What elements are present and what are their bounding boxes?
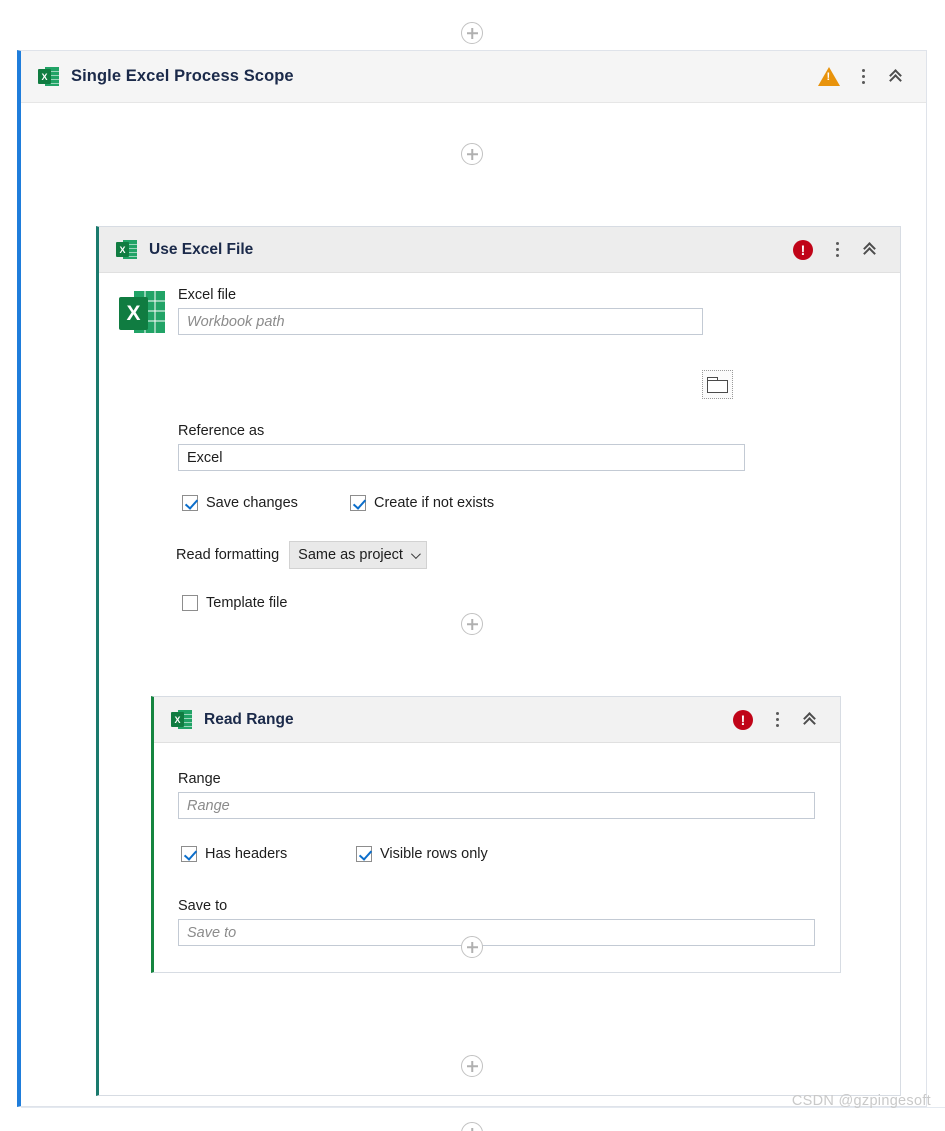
browse-folder-button[interactable] [702,370,733,399]
read-formatting-value: Same as project [298,547,403,563]
error-circle-icon[interactable]: ! [726,703,760,737]
use-excel-file-title: Use Excel File [149,240,254,258]
watermark-text: CSDN @gzpingesoft [791,1093,931,1109]
reference-as-field-group: Reference as Excel [178,423,748,471]
read-range-title: Read Range [204,710,294,728]
add-activity-button-scope-inner[interactable] [461,143,483,165]
scope-header[interactable]: X Single Excel Process Scope [21,51,926,103]
add-activity-button-above-read-range[interactable] [461,613,483,635]
collapse-chevron-icon[interactable] [854,233,888,267]
template-file-checkbox[interactable] [182,595,198,611]
read-formatting-row: Read formatting Same as project [176,541,427,569]
has-headers-label: Has headers [205,846,288,862]
folder-icon [707,376,728,393]
more-options-icon[interactable] [760,703,794,737]
reference-as-label: Reference as [178,423,265,439]
read-range-header[interactable]: X Read Range ! [154,697,840,743]
excel-file-field-group: Excel file Workbook path [178,287,778,335]
add-activity-button-bottom[interactable] [461,1122,483,1131]
collapse-chevron-icon[interactable] [794,703,828,737]
add-activity-button-top[interactable] [461,22,483,44]
excel-file-icon: X [119,290,165,336]
use-excel-file-actions: ! [786,227,888,272]
save-to-input[interactable]: Save to [178,919,815,946]
template-file-label: Template file [206,595,288,611]
excel-file-label: Excel file [178,287,237,303]
range-input[interactable]: Range [178,792,815,819]
workflow-designer-canvas: X Single Excel Process Scope ! X Use Exc… [0,0,945,1131]
create-if-not-exists-label: Create if not exists [374,495,495,511]
excel-icon: X [38,66,59,87]
visible-rows-only-label: Visible rows only [380,846,488,862]
template-file-checkbox-row[interactable]: Template file [182,595,287,611]
add-activity-button-below-read-range[interactable] [461,936,483,958]
save-changes-checkbox-row[interactable]: Save changes [182,495,298,511]
warning-triangle-icon[interactable] [812,60,846,94]
excel-icon: X [116,239,137,260]
use-excel-file-header[interactable]: X Use Excel File ! [99,227,900,273]
save-to-label: Save to [178,898,228,914]
create-if-not-exists-checkbox[interactable] [350,495,366,511]
excel-file-input[interactable]: Workbook path [178,308,703,335]
save-to-field-group: Save to Save to [178,898,818,946]
has-headers-checkbox-row[interactable]: Has headers [181,846,287,862]
collapse-chevron-icon[interactable] [880,60,914,94]
add-activity-button-scope-bottom[interactable] [461,1055,483,1077]
activity-read-range[interactable]: X Read Range ! Range Range Has headers V… [151,696,841,973]
save-changes-label: Save changes [206,495,298,511]
error-circle-icon[interactable]: ! [786,233,820,267]
more-options-icon[interactable] [820,233,854,267]
visible-rows-only-checkbox[interactable] [356,846,372,862]
activity-single-excel-process-scope[interactable]: X Single Excel Process Scope ! X Use Exc… [17,50,927,1107]
read-range-actions: ! [726,697,828,742]
page-title: Single Excel Process Scope [71,67,294,85]
read-formatting-label: Read formatting [176,547,280,563]
chevron-down-icon [410,548,421,559]
save-changes-checkbox[interactable] [182,495,198,511]
create-if-not-exists-checkbox-row[interactable]: Create if not exists [350,495,494,511]
reference-as-input[interactable]: Excel [178,444,745,471]
visible-rows-only-checkbox-row[interactable]: Visible rows only [356,846,488,862]
excel-icon: X [171,709,192,730]
read-formatting-dropdown[interactable]: Same as project [289,541,427,569]
scope-header-actions [812,51,914,102]
more-options-icon[interactable] [846,60,880,94]
range-field-group: Range Range [178,771,818,819]
has-headers-checkbox[interactable] [181,846,197,862]
range-label: Range [178,771,221,787]
